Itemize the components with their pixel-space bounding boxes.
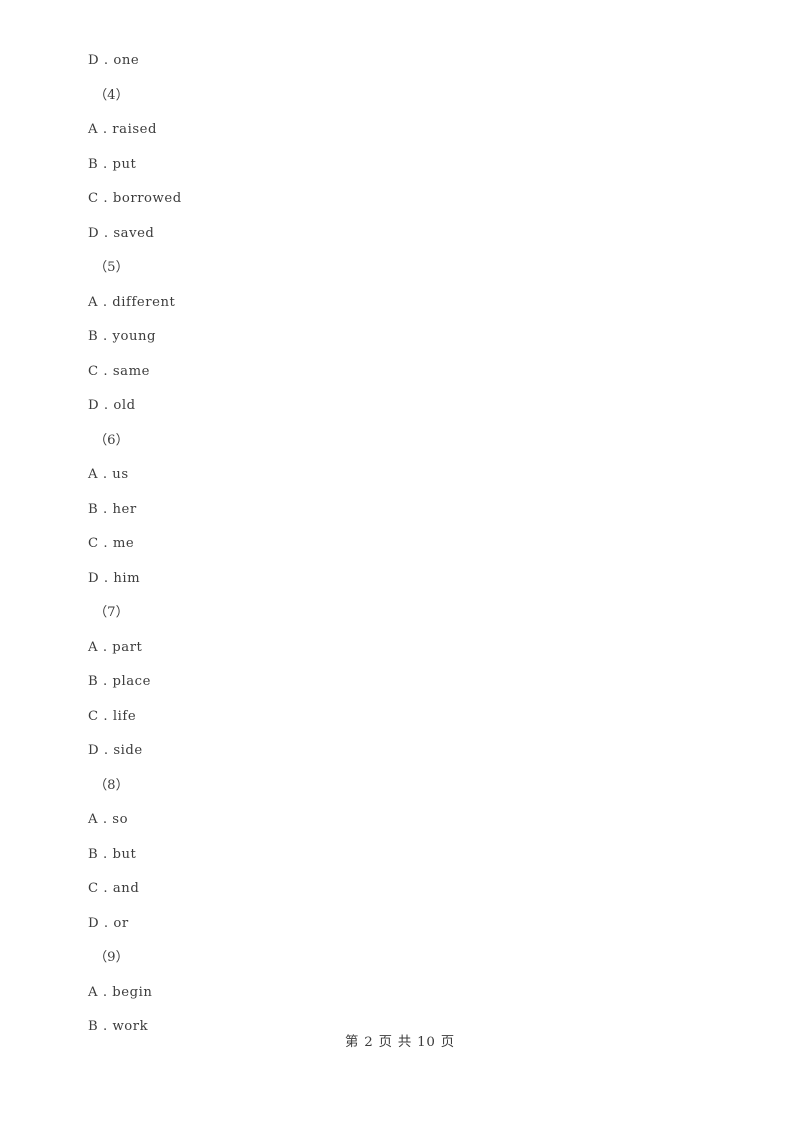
answer-option: D . or: [88, 915, 129, 931]
question-number: （9）: [94, 950, 129, 966]
answer-option: D . him: [88, 570, 141, 586]
question-number: （5）: [94, 260, 129, 276]
document-page: D . one （4） A . raised B . put C . borrowed D…: [0, 0, 800, 1132]
answer-option: D . side: [88, 743, 143, 759]
answer-option: B . place: [88, 674, 151, 690]
page-footer: 第 2 页 共 10 页: [344, 1035, 455, 1050]
answer-option: B . her: [88, 501, 137, 517]
answer-option: A . raised: [88, 122, 157, 138]
answer-options-list: D . one （4） A . raised B . put C . borrowed D…: [88, 49, 708, 1050]
answer-option: D . saved: [88, 225, 155, 241]
answer-option: A . so: [88, 812, 129, 828]
question-number: （7）: [94, 605, 129, 621]
answer-option: C . me: [88, 536, 135, 552]
answer-option: B . put: [88, 156, 137, 172]
answer-option: C . borrowed: [88, 191, 182, 207]
answer-option: C . life: [88, 708, 137, 724]
answer-option: D . one: [88, 53, 140, 68]
answer-option: B . but: [88, 846, 137, 862]
answer-option: A . us: [88, 467, 129, 483]
answer-option: A . part: [88, 639, 143, 655]
question-number: （4）: [94, 87, 129, 103]
answer-option: C . same: [88, 363, 151, 379]
answer-option: D . old: [88, 398, 136, 414]
answer-option: B . young: [88, 329, 157, 345]
question-number: （8）: [94, 777, 129, 793]
question-number: （6）: [94, 432, 129, 448]
answer-option: C . and: [88, 881, 140, 897]
answer-option: A . different: [88, 294, 176, 310]
answer-option: A . begin: [88, 984, 153, 1000]
